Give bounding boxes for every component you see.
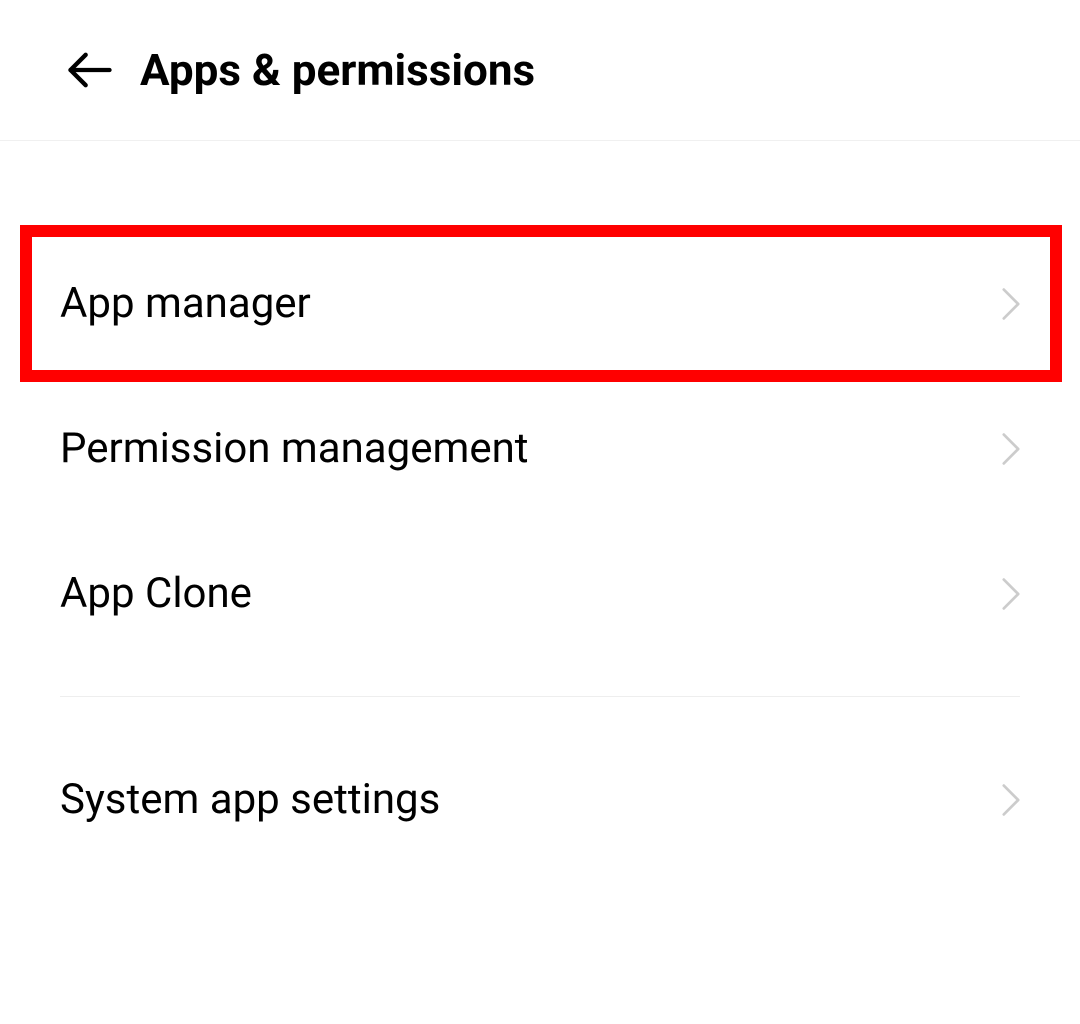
header: Apps & permissions (0, 0, 1080, 141)
settings-item-app-manager[interactable]: App manager (0, 231, 1080, 376)
settings-item-system-app-settings[interactable]: System app settings (0, 727, 1080, 872)
page-title: Apps & permissions (140, 44, 535, 96)
settings-item-permission-management[interactable]: Permission management (0, 376, 1080, 521)
divider (60, 696, 1020, 697)
chevron-right-icon (997, 786, 1025, 814)
chevron-right-icon (997, 580, 1025, 608)
settings-list: App manager Permission management App Cl… (0, 141, 1080, 872)
chevron-right-icon (997, 435, 1025, 463)
settings-item-label: System app settings (60, 775, 440, 824)
settings-item-label: App Clone (60, 569, 252, 618)
chevron-right-icon (997, 290, 1025, 318)
settings-item-label: App manager (60, 279, 311, 328)
settings-item-app-clone[interactable]: App Clone (0, 521, 1080, 666)
arrow-left-icon (64, 44, 116, 96)
settings-item-label: Permission management (60, 424, 529, 473)
back-button[interactable] (60, 40, 120, 100)
